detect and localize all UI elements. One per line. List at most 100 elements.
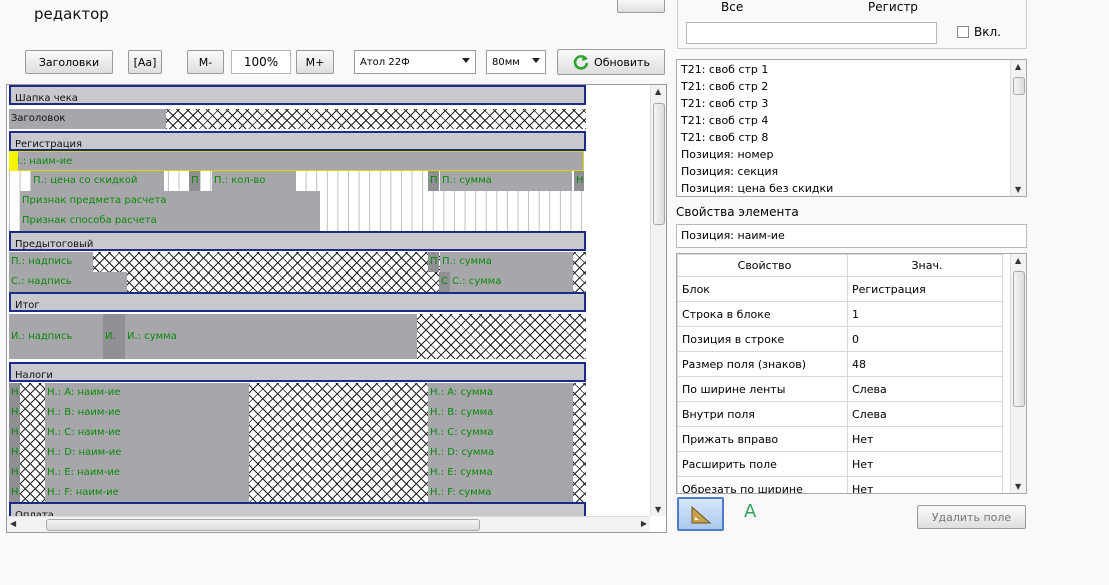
- tax-name[interactable]: Н.: C: наим-ие: [45, 423, 249, 443]
- list-item[interactable]: Т21: своб стр 3: [677, 95, 768, 112]
- field-method-sign[interactable]: Признак способа расчета: [20, 211, 320, 231]
- table-row[interactable]: Расширить поле Нет: [677, 451, 1003, 477]
- tax-h[interactable]: Н: [9, 483, 20, 503]
- zoom-field[interactable]: 100%: [231, 50, 291, 74]
- zoom-in-button[interactable]: M+: [296, 50, 334, 74]
- props-header-property[interactable]: Свойство: [677, 254, 848, 277]
- scroll-down-icon[interactable]: ▼: [655, 505, 661, 514]
- field-total-sum[interactable]: И.: сумма: [125, 314, 417, 359]
- scroll-down-icon[interactable]: ▼: [1015, 185, 1021, 194]
- tax-name[interactable]: Н.: E: наим-ие: [45, 463, 249, 483]
- tax-name[interactable]: Н.: A: наим-ие: [45, 383, 249, 403]
- field-pre-label[interactable]: П.: надпись: [9, 252, 93, 272]
- field-total-label[interactable]: И.: надпись: [9, 314, 103, 359]
- tax-h[interactable]: Н: [9, 403, 20, 423]
- tax-sum[interactable]: Н.: B: сумма: [428, 403, 573, 423]
- property-value[interactable]: 1: [847, 301, 1003, 327]
- editor-horizontal-scrollbar[interactable]: ◀ ▶: [7, 516, 650, 532]
- tax-h[interactable]: Н: [9, 423, 20, 443]
- zoom-out-button[interactable]: M-: [187, 50, 224, 74]
- editor-vscroll-thumb[interactable]: [653, 103, 665, 225]
- scroll-right-icon[interactable]: ▶: [641, 519, 647, 528]
- list-item[interactable]: Т21: своб стр 4: [677, 112, 768, 129]
- table-row[interactable]: Блок Регистрация: [677, 276, 1003, 302]
- refresh-button[interactable]: Обновить: [557, 49, 665, 75]
- filter-col-all[interactable]: Все: [721, 0, 743, 14]
- selected-element-field[interactable]: Позиция: наим-ие: [676, 224, 1027, 248]
- delete-field-button[interactable]: Удалить поле: [917, 505, 1026, 529]
- list-item[interactable]: Позиция: секция: [677, 163, 778, 180]
- case-button[interactable]: [Aa]: [128, 50, 162, 74]
- props-scrollbar[interactable]: ▲ ▼: [1010, 254, 1026, 493]
- field-pos-h[interactable]: Н: [574, 171, 584, 191]
- filter-col-register[interactable]: Регистр: [868, 0, 918, 14]
- field-pos-qty[interactable]: П.: кол-во: [212, 171, 296, 191]
- field-disc-sum[interactable]: С.: сумма: [450, 272, 573, 292]
- field-pos-p2[interactable]: П: [428, 171, 439, 191]
- property-value[interactable]: Нет: [847, 426, 1003, 452]
- block-total[interactable]: Итог: [9, 292, 586, 312]
- property-value[interactable]: Слева: [847, 401, 1003, 427]
- editor-hscroll-thumb[interactable]: [46, 519, 480, 531]
- property-value[interactable]: Слева: [847, 376, 1003, 402]
- block-pretotal[interactable]: Предытоговый: [9, 231, 586, 251]
- list-item[interactable]: Т21: своб стр 8: [677, 129, 768, 146]
- table-row[interactable]: Прижать вправо Нет: [677, 426, 1003, 452]
- tax-h[interactable]: Н: [9, 443, 20, 463]
- scroll-up-icon[interactable]: ▲: [655, 87, 661, 96]
- text-tool-button[interactable]: A: [744, 501, 756, 522]
- tax-sum[interactable]: Н.: D: сумма: [428, 443, 573, 463]
- tax-h[interactable]: Н: [9, 383, 20, 403]
- header-field[interactable]: Заголовок: [9, 109, 166, 129]
- editor-vertical-scrollbar[interactable]: ▲ ▼: [650, 85, 666, 516]
- field-list[interactable]: Т21: своб стр 1 Т21: своб стр 2 Т21: своб …: [676, 59, 1027, 197]
- table-row[interactable]: Обрезать по ширине Нет: [677, 476, 1003, 493]
- field-pos-price[interactable]: П.: цена со скидкой: [31, 171, 164, 191]
- scroll-up-icon[interactable]: ▲: [1015, 256, 1021, 265]
- property-value[interactable]: Нет: [847, 476, 1003, 493]
- field-pos-sum[interactable]: П.: сумма: [440, 171, 572, 191]
- property-value[interactable]: Нет: [847, 451, 1003, 477]
- filter-search-input[interactable]: [686, 22, 937, 44]
- list-item[interactable]: Позиция: номер: [677, 146, 773, 163]
- width-select[interactable]: 80мм: [486, 50, 546, 74]
- tax-sum[interactable]: Н.: C: сумма: [428, 423, 573, 443]
- headers-button[interactable]: Заголовки: [25, 50, 113, 74]
- receipt-editor[interactable]: Шапка чека Заголовок Регистрация П.: наи…: [6, 84, 667, 533]
- field-pos-p[interactable]: П: [189, 171, 200, 191]
- scroll-down-icon[interactable]: ▼: [1015, 482, 1021, 491]
- table-row[interactable]: По ширине ленты Слева: [677, 376, 1003, 402]
- tax-sum[interactable]: Н.: F: сумма: [428, 483, 573, 503]
- field-total-i[interactable]: И.: [103, 314, 125, 359]
- block-registration[interactable]: Регистрация: [9, 131, 586, 151]
- layout-tool-button[interactable]: [677, 497, 724, 531]
- tax-name[interactable]: Н.: F: наим-ие: [45, 483, 249, 503]
- tax-name[interactable]: Н.: B: наим-ие: [45, 403, 249, 423]
- field-subject-sign[interactable]: Признак предмета расчета: [20, 191, 320, 211]
- table-row[interactable]: Позиция в строке 0: [677, 326, 1003, 352]
- props-header-value[interactable]: Знач.: [847, 254, 1003, 277]
- table-row[interactable]: Внутри поля Слева: [677, 401, 1003, 427]
- tax-sum[interactable]: Н.: E: сумма: [428, 463, 573, 483]
- tax-sum[interactable]: Н.: A: сумма: [428, 383, 573, 403]
- field-pre-p[interactable]: П: [428, 252, 439, 272]
- field-pre-sum[interactable]: П.: сумма: [440, 252, 573, 272]
- top-button[interactable]: [617, 0, 665, 13]
- props-thumb[interactable]: [1013, 271, 1025, 407]
- field-list-scrollbar[interactable]: ▲ ▼: [1010, 60, 1026, 196]
- scroll-up-icon[interactable]: ▲: [1015, 62, 1021, 71]
- filter-enable-checkbox[interactable]: [957, 26, 969, 38]
- field-list-thumb[interactable]: [1013, 77, 1025, 95]
- table-row[interactable]: Размер поля (знаков) 48: [677, 351, 1003, 377]
- tax-name[interactable]: Н.: D: наим-ие: [45, 443, 249, 463]
- list-item[interactable]: Позиция: цена без скидки: [677, 180, 833, 196]
- property-value[interactable]: Регистрация: [847, 276, 1003, 302]
- field-pos-name[interactable]: П.: наим-ие: [9, 151, 584, 171]
- scroll-left-icon[interactable]: ◀: [10, 519, 16, 528]
- field-disc-c[interactable]: С: [439, 272, 450, 292]
- list-item[interactable]: Т21: своб стр 1: [677, 61, 768, 78]
- field-disc-label[interactable]: С.: надпись: [9, 272, 127, 292]
- property-value[interactable]: 48: [847, 351, 1003, 377]
- printer-select[interactable]: Атол 22Ф: [354, 50, 476, 74]
- property-value[interactable]: 0: [847, 326, 1003, 352]
